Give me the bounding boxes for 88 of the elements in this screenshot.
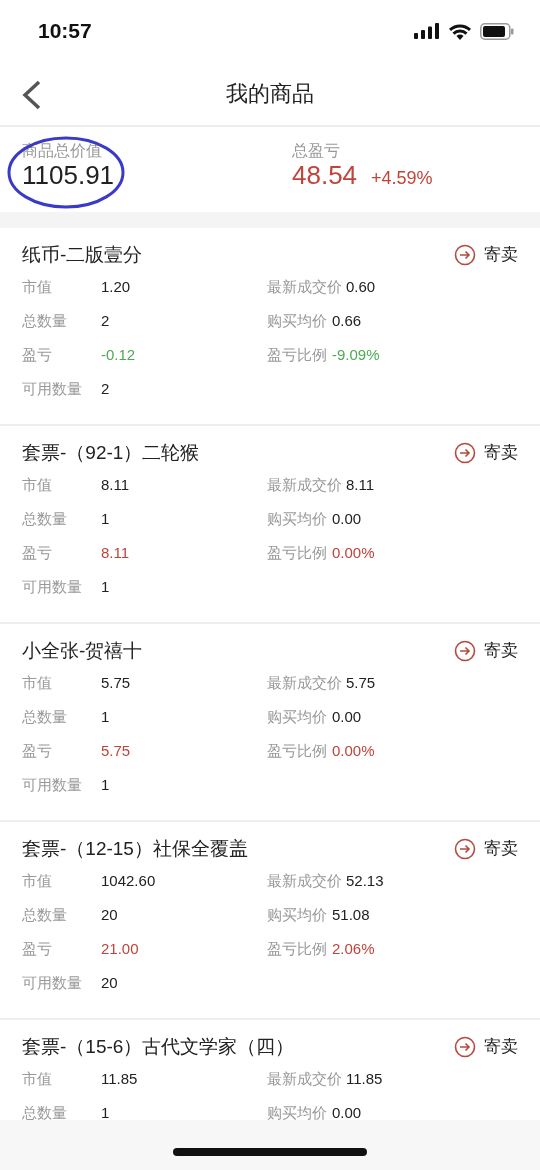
field-label: 市值	[22, 474, 53, 495]
field-label: 最新成交价	[267, 474, 342, 495]
field-value: 2	[101, 310, 110, 331]
field-label: 盈亏	[22, 344, 53, 365]
field-label: 盈亏	[22, 740, 53, 761]
field-value: 20	[101, 904, 118, 925]
field-value: 2.06%	[332, 938, 375, 959]
field-value: 20	[101, 972, 118, 993]
field-value: 8.11	[101, 474, 130, 495]
field-label: 可用数量	[22, 972, 83, 993]
field-label: 购买均价	[267, 508, 328, 529]
field-value: 8.11	[101, 542, 130, 563]
field-label: 最新成交价	[267, 1068, 342, 1089]
field-label: 总数量	[22, 904, 68, 925]
status-time: 10:57	[38, 18, 92, 45]
field-value: 1	[101, 774, 110, 795]
field-label: 市值	[22, 870, 53, 891]
field-label: 购买均价	[267, 706, 328, 727]
field-label: 总数量	[22, 310, 68, 331]
page-title: 我的商品	[226, 80, 314, 108]
arrow-circle-icon	[454, 442, 476, 464]
field-label: 总数量	[22, 508, 68, 529]
consign-button[interactable]: 寄卖	[454, 638, 518, 664]
field-value: 1	[101, 706, 110, 727]
field-value: 11.85	[346, 1068, 383, 1089]
total-profit-label: 总盈亏	[292, 141, 341, 161]
field-label: 市值	[22, 1068, 53, 1089]
total-profit: 48.54	[292, 160, 358, 192]
field-value: 0.00	[332, 508, 362, 529]
field-label: 盈亏比例	[267, 542, 328, 563]
field-value: 1042.60	[101, 870, 156, 891]
field-value: 0.00%	[332, 542, 375, 563]
field-value: -0.12	[101, 344, 136, 365]
field-value: -9.09%	[332, 344, 380, 365]
consign-button[interactable]: 寄卖	[454, 440, 518, 466]
field-label: 购买均价	[267, 904, 328, 925]
field-value: 1.20	[101, 276, 131, 297]
field-label: 可用数量	[22, 774, 83, 795]
arrow-circle-icon	[454, 244, 476, 266]
arrow-circle-icon	[454, 640, 476, 662]
wifi-icon	[448, 22, 472, 40]
field-value: 0.00	[332, 706, 362, 727]
field-value: 21.00	[101, 938, 139, 959]
field-label: 最新成交价	[267, 672, 342, 693]
field-label: 最新成交价	[267, 870, 342, 891]
field-value: 5.75	[101, 740, 131, 761]
field-value: 1	[101, 508, 110, 529]
field-value: 11.85	[101, 1068, 138, 1089]
arrow-circle-icon	[454, 1036, 476, 1058]
field-label: 可用数量	[22, 378, 83, 399]
item-name: 套票-（12-15）社保全覆盖	[22, 837, 248, 861]
field-label: 购买均价	[267, 1102, 328, 1120]
field-value: 51.08	[332, 904, 370, 925]
field-label: 盈亏比例	[267, 938, 328, 959]
battery-icon	[480, 22, 514, 40]
field-value: 0.66	[332, 310, 362, 331]
field-label: 最新成交价	[267, 276, 342, 297]
field-value: 0.00	[332, 1102, 362, 1120]
total-value: 1105.91	[22, 160, 116, 192]
profit-percent: +4.59%	[371, 167, 433, 191]
item-name: 纸币-二版壹分	[22, 243, 143, 267]
field-label: 总数量	[22, 1102, 68, 1120]
field-label: 市值	[22, 672, 53, 693]
item-name: 套票-（15-6）古代文学家（四）	[22, 1035, 295, 1059]
signal-icon	[414, 23, 440, 39]
field-label: 市值	[22, 276, 53, 297]
field-value: 0.00%	[332, 740, 375, 761]
field-label: 盈亏	[22, 938, 53, 959]
item-name: 小全张-贺禧十	[22, 639, 143, 663]
field-value: 1	[101, 576, 110, 597]
field-label: 盈亏比例	[267, 740, 328, 761]
consign-button[interactable]: 寄卖	[454, 836, 518, 862]
field-value: 5.75	[346, 672, 376, 693]
field-label: 盈亏比例	[267, 344, 328, 365]
field-value: 0.60	[346, 276, 376, 297]
consign-button[interactable]: 寄卖	[454, 1034, 518, 1060]
field-value: 8.11	[346, 474, 375, 495]
field-label: 总数量	[22, 706, 68, 727]
field-label: 购买均价	[267, 310, 328, 331]
consign-button[interactable]: 寄卖	[454, 242, 518, 268]
arrow-circle-icon	[454, 838, 476, 860]
field-value: 52.13	[346, 870, 384, 891]
field-value: 1	[101, 1102, 110, 1120]
field-value: 2	[101, 378, 110, 399]
item-name: 套票-（92-1）二轮猴	[22, 441, 200, 465]
field-label: 可用数量	[22, 576, 83, 597]
field-label: 盈亏	[22, 542, 53, 563]
field-value: 5.75	[101, 672, 131, 693]
